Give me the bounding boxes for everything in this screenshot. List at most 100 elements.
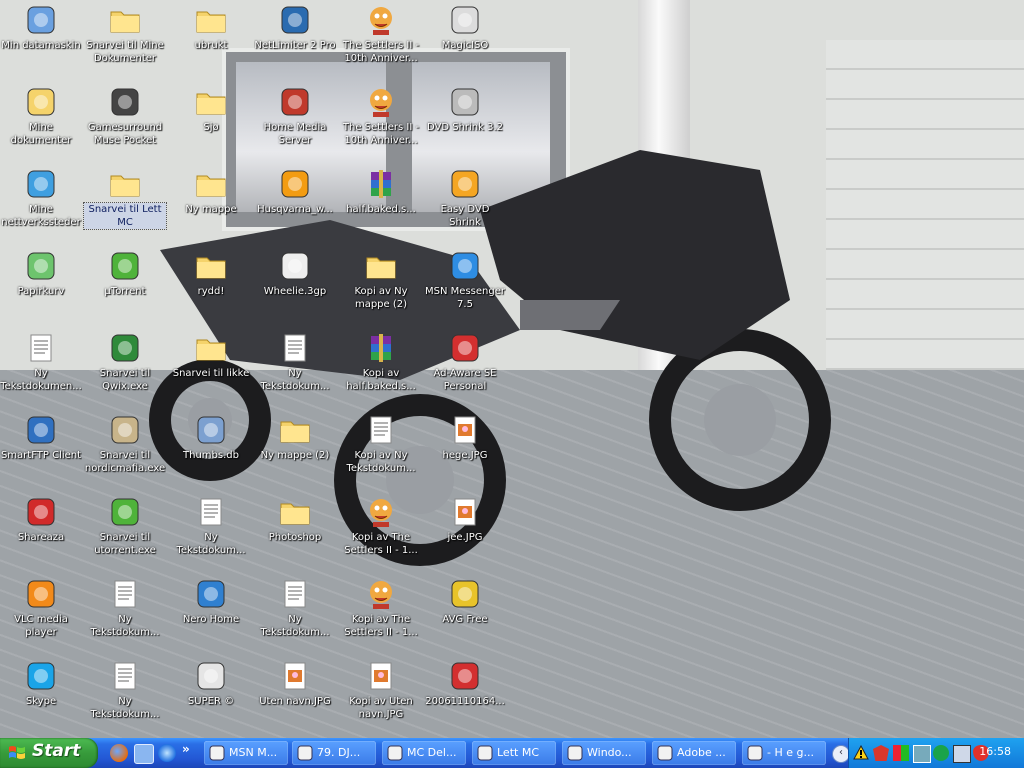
taskbar-button[interactable]: MC Del... bbox=[382, 741, 466, 765]
taskbar-button[interactable]: Windo... bbox=[562, 741, 646, 765]
desktop-icon[interactable]: Ny Tekstdokum... bbox=[254, 576, 336, 654]
taskbar-button[interactable]: MSN M... bbox=[204, 741, 288, 765]
avg-tray-icon[interactable] bbox=[893, 745, 909, 761]
taskbar-button[interactable]: Adobe ... bbox=[652, 741, 736, 765]
home-media-icon bbox=[279, 86, 311, 118]
desktop-icon[interactable]: Kopi av half.baked.s... bbox=[340, 330, 422, 408]
desktop-icon[interactable]: SUPER © bbox=[170, 658, 252, 736]
desktop-icon[interactable]: 20061110164... bbox=[424, 658, 506, 736]
desktop-icon[interactable]: Ny Tekstdokum... bbox=[254, 330, 336, 408]
desktop-icon[interactable]: The Settlers II - 10th Anniver... bbox=[340, 2, 422, 80]
taskbar-button[interactable]: 79. DJ... bbox=[292, 741, 376, 765]
desktop-icon[interactable]: Ny mappe (2) bbox=[254, 412, 336, 490]
desktop-icon[interactable]: Kopi av Uten navn.JPG bbox=[340, 658, 422, 736]
adaware-icon bbox=[449, 332, 481, 364]
desktop-icon[interactable]: MagicISO bbox=[424, 2, 506, 80]
thumbs-db-icon bbox=[195, 414, 227, 446]
media-player-icon bbox=[279, 168, 311, 200]
desktop-icon[interactable]: ubrukt bbox=[170, 2, 252, 80]
desktop-icon[interactable]: Thumbs.db bbox=[170, 412, 252, 490]
utorrent-icon bbox=[109, 496, 141, 528]
desktop-icon[interactable]: Papirkurv bbox=[0, 248, 82, 326]
desktop-icon[interactable]: MSN Messenger 7.5 bbox=[424, 248, 506, 326]
desktop-icon[interactable]: Ny Tekstdokumen... bbox=[0, 330, 82, 408]
desktop-icon[interactable]: SmartFTP Client bbox=[0, 412, 82, 490]
desktop-icon[interactable]: NetLimiter 2 Pro bbox=[254, 2, 336, 80]
messenger-icon bbox=[747, 745, 763, 761]
warning-icon[interactable] bbox=[853, 744, 869, 761]
desktop-icon[interactable]: Home Media Server bbox=[254, 84, 336, 162]
shareaza-icon bbox=[25, 496, 57, 528]
desktop-icon[interactable]: µTorrent bbox=[84, 248, 166, 326]
desktop-icon[interactable]: Ny Tekstdokum... bbox=[84, 658, 166, 736]
desktop-icon[interactable]: Ny Tekstdokum... bbox=[84, 576, 166, 654]
magiciso-icon bbox=[449, 4, 481, 36]
desktop-icon[interactable]: Sjø bbox=[170, 84, 252, 162]
internet-explorer-icon[interactable] bbox=[158, 744, 176, 762]
desktop-icon-label: SmartFTP Client bbox=[0, 450, 82, 461]
desktop-icon[interactable]: Mine nettverkssteder bbox=[0, 166, 82, 244]
windows-flag-icon bbox=[9, 746, 25, 759]
start-button[interactable]: Start bbox=[0, 738, 98, 768]
adaware-tray-icon[interactable] bbox=[933, 745, 949, 761]
desktop-icon[interactable]: Ny Tekstdokum... bbox=[170, 494, 252, 572]
desktop-icon[interactable]: Uten navn.JPG bbox=[254, 658, 336, 736]
desktop-icon[interactable]: Mine dokumenter bbox=[0, 84, 82, 162]
pencil-icon bbox=[297, 745, 313, 761]
desktop-icon[interactable]: The Settlers II - 10th Anniver... bbox=[340, 84, 422, 162]
desktop-icon[interactable]: half.baked.s... bbox=[340, 166, 422, 244]
desktop-icon[interactable]: DVD Shrink 3.2 bbox=[424, 84, 506, 162]
clock[interactable]: 16:58 bbox=[979, 745, 1011, 758]
desktop-icon[interactable]: Photoshop bbox=[254, 494, 336, 572]
desktop-icon[interactable]: Nero Home bbox=[170, 576, 252, 654]
desktop-icon-label: hege.JPG bbox=[442, 450, 488, 461]
desktop-icon-label: ubrukt bbox=[194, 40, 228, 51]
network-icon[interactable] bbox=[913, 745, 931, 763]
desktop-icon[interactable]: Shareaza bbox=[0, 494, 82, 572]
desktop-icon[interactable]: VLC media player bbox=[0, 576, 82, 654]
desktop-icon[interactable]: Gamesurround Muse Pocket bbox=[84, 84, 166, 162]
folder-icon bbox=[279, 496, 311, 528]
desktop-icon[interactable]: Kopi av Ny Tekstdokum... bbox=[340, 412, 422, 490]
desktop-icon[interactable]: Min datamaskin bbox=[0, 2, 82, 80]
desktop-icon[interactable]: Snarvei til Mine Dokumenter bbox=[84, 2, 166, 80]
desktop-icon-label: Kopi av half.baked.s... bbox=[346, 368, 416, 392]
msn-icon bbox=[449, 250, 481, 282]
firefox-icon[interactable] bbox=[110, 744, 128, 762]
taskbar-button[interactable]: Lett MC bbox=[472, 741, 556, 765]
folder-icon bbox=[195, 168, 227, 200]
desktop-icon[interactable]: Kopi av The Settlers II - 1... bbox=[340, 494, 422, 572]
desktop-icon[interactable]: Snarvei til Lett MC bbox=[83, 166, 167, 244]
desktop-icon[interactable]: Wheelie.3gp bbox=[254, 248, 336, 326]
taskbar-button[interactable]: - H e g... bbox=[742, 741, 826, 765]
desktop-icon[interactable]: Kopi av Ny mappe (2) bbox=[340, 248, 422, 326]
desktop-icon[interactable]: Ad-Aware SE Personal bbox=[424, 330, 506, 408]
desktop-icon[interactable]: Snarvei til utorrent.exe bbox=[84, 494, 166, 572]
taskbar-button-label: MSN M... bbox=[229, 746, 278, 759]
quick-launch-more[interactable]: » bbox=[182, 742, 190, 756]
desktop-icon[interactable]: Snarvei til Qwix.exe bbox=[84, 330, 166, 408]
desktop-icon[interactable]: rydd! bbox=[170, 248, 252, 326]
show-desktop-icon[interactable] bbox=[134, 744, 154, 764]
qwix-icon bbox=[109, 332, 141, 364]
desktop-icon[interactable]: Easy DVD Shrink bbox=[424, 166, 506, 244]
jpg-icon bbox=[449, 414, 481, 446]
desktop-icon[interactable]: Snarvei til nordicmafia.exe bbox=[84, 412, 166, 490]
security-center-icon[interactable] bbox=[873, 745, 889, 761]
desktop-icon-label: Snarvei til likke bbox=[172, 368, 250, 379]
monitor-icon[interactable] bbox=[953, 745, 971, 763]
desktop-icon[interactable]: Husqvarna_w... bbox=[254, 166, 336, 244]
desktop-icon[interactable]: Kopi av The Settlers II - 1... bbox=[340, 576, 422, 654]
speaker-icon bbox=[109, 86, 141, 118]
desktop-icon[interactable]: AVG Free bbox=[424, 576, 506, 654]
desktop-icon[interactable]: jee.JPG bbox=[424, 494, 506, 572]
desktop-icon[interactable]: Snarvei til likke bbox=[170, 330, 252, 408]
desktop[interactable]: Min datamaskin Mine dokumenter Mine nettve… bbox=[0, 0, 1024, 738]
desktop-icon[interactable]: Ny mappe bbox=[170, 166, 252, 244]
desktop-icon[interactable]: hege.JPG bbox=[424, 412, 506, 490]
winrar-icon bbox=[365, 332, 397, 364]
desktop-icon[interactable]: Skype bbox=[0, 658, 82, 736]
desktop-icon-label: Min datamaskin bbox=[1, 40, 81, 51]
desktop-icon-label: Ny mappe bbox=[185, 204, 237, 215]
desktop-icon-label: Wheelie.3gp bbox=[263, 286, 327, 297]
